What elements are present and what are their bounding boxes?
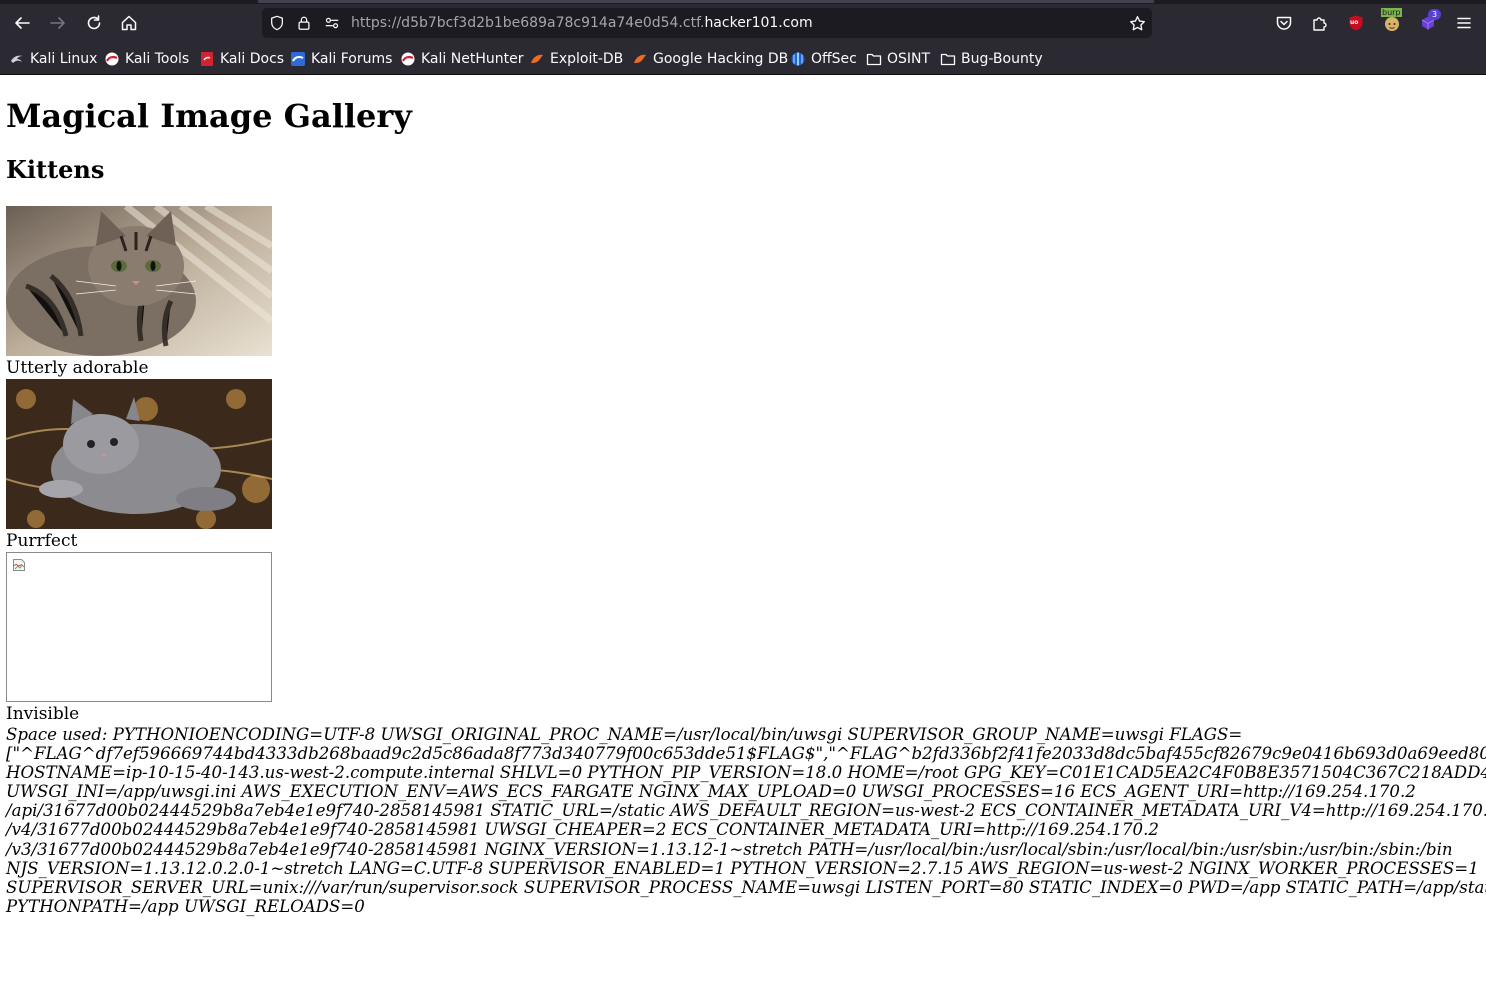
extension-badge: 3 (1428, 9, 1441, 20)
bookmark-google-hacking-db[interactable]: Google Hacking DB (632, 49, 788, 69)
bookmark-label: Kali NetHunter (421, 51, 524, 67)
bookmark-kali-linux[interactable]: Kali Linux (9, 49, 97, 69)
bookmark-kali-forums[interactable]: Kali Forums (290, 49, 392, 69)
kali-dragon-icon (9, 51, 25, 67)
bookmark-label: Exploit-DB (550, 51, 624, 67)
offsec-icon (790, 51, 806, 67)
image-caption: Invisible (6, 704, 80, 724)
image-caption: Utterly adorable (6, 358, 149, 378)
broken-image-icon (13, 559, 25, 571)
back-button[interactable] (7, 9, 37, 37)
gem-extension-button[interactable]: 3 (1415, 9, 1441, 36)
bookmark-folder-osint[interactable]: OSINT (866, 49, 930, 69)
section-heading: Kittens (6, 155, 105, 184)
app-menu-button[interactable] (1451, 10, 1477, 36)
kali-forums-icon (290, 51, 306, 67)
env-line: HOSTNAME=ip-10-15-40-143.us-west-2.compu… (6, 763, 1486, 783)
bookmark-star-icon[interactable] (1128, 14, 1146, 32)
bookmark-label: Kali Forums (311, 51, 393, 67)
space-used-output: Space used: PYTHONIOENCODING=UTF-8 UWSGI… (6, 725, 1486, 916)
browser-chrome: https://d5b7bcf3d2b1be689a78c914a74e0d54… (0, 0, 1486, 75)
pocket-button[interactable] (1271, 10, 1297, 36)
broken-image-placeholder (6, 552, 272, 702)
bookmark-kali-docs[interactable]: Kali Docs (199, 49, 284, 69)
url-prefix: https://d5b7bcf3d2b1be689a78c914a74e0d54… (351, 15, 705, 31)
page-title: Magical Image Gallery (6, 97, 412, 135)
arrow-left-icon (15, 17, 30, 29)
bookmark-folder-bug-bounty[interactable]: Bug-Bounty (940, 49, 1043, 69)
active-tab-hint (258, 0, 1154, 3)
home-icon (121, 15, 137, 31)
bookmark-kali-tools[interactable]: Kali Tools (104, 49, 189, 69)
ublock-origin-button[interactable]: uo (1343, 10, 1369, 36)
bookmark-label: Kali Docs (220, 51, 285, 67)
env-line: /v3/31677d00b02444529b8a7eb4e1e9f740-285… (6, 839, 1453, 859)
url-text[interactable]: https://d5b7bcf3d2b1be689a78c914a74e0d54… (351, 14, 813, 32)
exploit-db-icon (632, 51, 648, 67)
hamburger-menu-icon (1457, 17, 1471, 29)
bookmarks-toolbar: Kali Linux Kali Tools Kali Docs Kali For… (0, 46, 1486, 72)
url-domain: hacker101.com (704, 15, 813, 31)
kali-red-icon (400, 51, 416, 67)
bookmark-label: Kali Tools (125, 51, 190, 67)
page-content: Magical Image Gallery Kittens Utterly ad… (6, 75, 1486, 985)
arrow-right-icon (50, 17, 65, 29)
bookmark-label: Bug-Bounty (961, 51, 1043, 67)
env-line: /api/31677d00b02444529b8a7eb4e1e9f740-28… (6, 801, 1486, 821)
kali-red-icon (104, 51, 120, 67)
kali-docs-icon (199, 51, 215, 67)
address-bar[interactable]: https://d5b7bcf3d2b1be689a78c914a74e0d54… (262, 8, 1152, 38)
env-line: UWSGI_INI=/app/uwsgi.ini AWS_EXECUTION_E… (6, 782, 1416, 802)
extensions-button[interactable] (1307, 10, 1333, 36)
env-line: ["^FLAG^df7ef596669744bd4333db268baad9c2… (6, 744, 1486, 764)
env-line: PYTHONPATH=/app UWSGI_RELOADS=0 (6, 896, 365, 916)
kitten-photo-tabby (6, 206, 272, 356)
permissions-icon[interactable] (323, 14, 341, 32)
lock-icon[interactable] (295, 14, 313, 32)
pocket-icon (1276, 16, 1292, 30)
kitten-photo-grey (6, 379, 272, 529)
bookmark-kali-nethunter[interactable]: Kali NetHunter (400, 49, 523, 69)
puzzle-icon (1313, 17, 1327, 31)
reload-button[interactable] (79, 9, 109, 37)
home-button[interactable] (114, 9, 144, 37)
tab-strip (0, 0, 1486, 4)
bookmark-offsec[interactable]: OffSec (790, 49, 857, 69)
folder-icon (940, 51, 956, 67)
bookmark-label: OSINT (887, 51, 931, 67)
bookmark-exploit-db[interactable]: Exploit-DB (529, 49, 623, 69)
folder-icon (866, 51, 882, 67)
reload-icon (87, 15, 101, 30)
tracking-protection-shield-icon[interactable] (268, 14, 286, 32)
env-line: /v4/31677d00b02444529b8a7eb4e1e9f740-285… (6, 820, 1159, 840)
burp-proxy-button[interactable]: burp (1379, 8, 1405, 36)
bookmark-label: Google Hacking DB (653, 51, 789, 67)
image-caption: Purrfect (6, 531, 78, 551)
bookmark-label: OffSec (811, 51, 857, 67)
burp-label: burp (1381, 8, 1402, 17)
env-line: Space used: PYTHONIOENCODING=UTF-8 UWSGI… (6, 725, 1243, 744)
env-line: NJS_VERSION=1.13.12.0.2.0-1~stretch LANG… (6, 858, 1479, 878)
ublock-origin-label: uo (1350, 19, 1359, 26)
forward-button[interactable] (43, 9, 73, 37)
exploit-db-icon (529, 51, 545, 67)
env-line: SUPERVISOR_SERVER_URL=unix:///var/run/su… (6, 877, 1486, 897)
bookmark-label: Kali Linux (30, 51, 98, 67)
